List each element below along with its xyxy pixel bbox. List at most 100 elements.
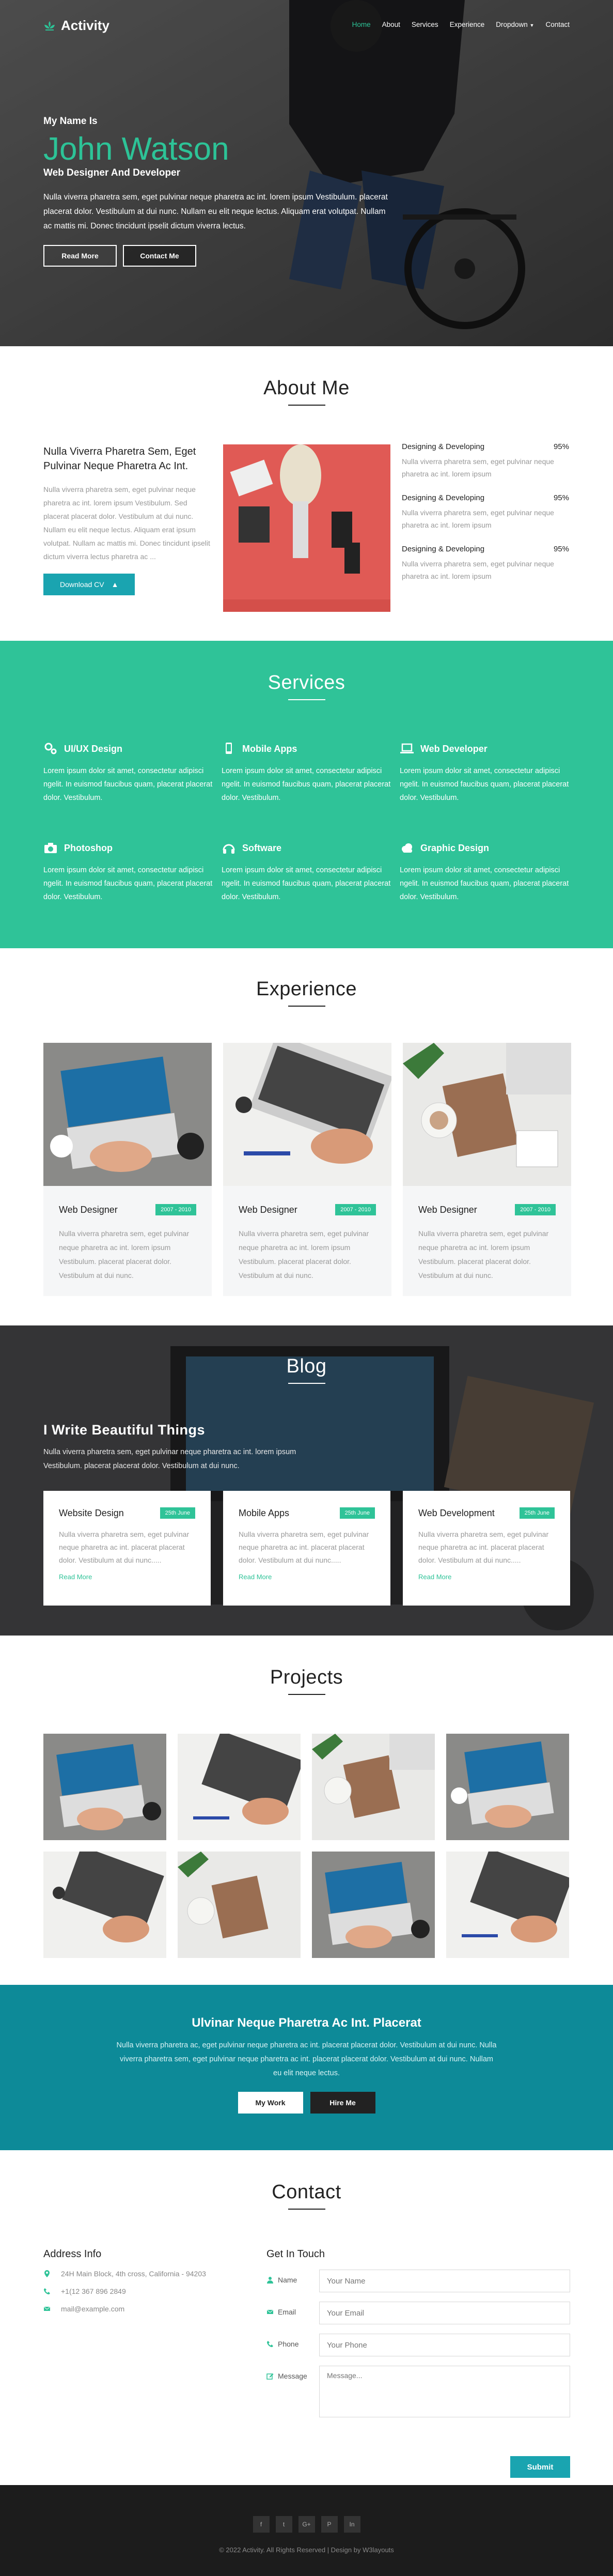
mobile-icon bbox=[226, 743, 232, 754]
services-title: Services bbox=[268, 672, 345, 693]
social-links: f t G+ P In bbox=[0, 2516, 613, 2533]
about-heading: Nulla Viverra Pharetra Sem, Eget Pulvina… bbox=[43, 446, 196, 472]
facebook-icon[interactable]: f bbox=[253, 2516, 270, 2533]
download-cv-button[interactable]: Download CV ▲ bbox=[43, 574, 135, 595]
projects-section: Projects bbox=[0, 1636, 613, 1985]
read-more-button[interactable]: Read More bbox=[43, 245, 117, 267]
experience-title: Experience bbox=[256, 978, 357, 1000]
twitter-icon[interactable]: t bbox=[275, 2516, 292, 2533]
copyright: © 2022 Activity. All Rights Reserved | D… bbox=[219, 2546, 394, 2554]
experience-card: Web Designer 2007 - 2010 Nulla viverra ph… bbox=[43, 1043, 212, 1296]
lotus-icon bbox=[44, 21, 55, 30]
camera-icon bbox=[44, 843, 57, 853]
service-name: Photoshop bbox=[64, 842, 113, 853]
hero-role: Web Designer And Developer bbox=[43, 167, 181, 178]
experience-text: Nulla viverra pharetra sem, eget pulvina… bbox=[59, 1229, 190, 1279]
google-plus-icon[interactable]: G+ bbox=[298, 2516, 315, 2533]
phone-label-text: Phone bbox=[278, 2340, 299, 2348]
hero-buttons: Read More Contact Me bbox=[43, 245, 395, 267]
service-item: Photoshop Lorem ipsum dolor sit amet, co… bbox=[43, 841, 214, 904]
navbar: Activity Home About Services Experience … bbox=[43, 18, 570, 33]
download-cv-label: Download CV bbox=[60, 580, 104, 589]
linkedin-icon[interactable]: In bbox=[343, 2516, 360, 2533]
project-thumbnail[interactable] bbox=[446, 1734, 569, 1840]
email-text[interactable]: mail@example.com bbox=[61, 2305, 124, 2313]
email-row: Email bbox=[266, 2302, 570, 2324]
phone-line: +1(12 367 896 2849 bbox=[43, 2287, 250, 2295]
contact-me-button[interactable]: Contact Me bbox=[123, 245, 196, 267]
skill-percent: 95% bbox=[553, 442, 569, 451]
skill-text: Nulla viverra pharetra sem, eget pulvina… bbox=[402, 508, 554, 529]
experience-title-text: Web Designer bbox=[59, 1204, 118, 1215]
service-text: Lorem ipsum dolor sit amet, consectetur … bbox=[400, 866, 569, 901]
contact-title: Contact bbox=[272, 2181, 341, 2203]
service-text: Lorem ipsum dolor sit amet, consectetur … bbox=[400, 767, 569, 802]
cloud-icon bbox=[402, 843, 412, 853]
project-thumbnail[interactable] bbox=[178, 1734, 301, 1840]
experience-text: Nulla viverra pharetra sem, eget pulvina… bbox=[418, 1229, 549, 1279]
phone-input[interactable] bbox=[319, 2334, 570, 2356]
nav-experience[interactable]: Experience bbox=[450, 21, 485, 28]
skill-item: Designing & Developing 95% Nulla viverra … bbox=[402, 545, 569, 582]
blog-card-text: Nulla viverra pharetra sem, eget pulvina… bbox=[418, 1530, 549, 1564]
blog-card-title: Mobile Apps bbox=[239, 1507, 290, 1518]
years-badge: 2007 - 2010 bbox=[155, 1204, 196, 1215]
arrow-up-icon: ▲ bbox=[111, 580, 119, 589]
project-thumbnail[interactable] bbox=[43, 1734, 166, 1840]
about-intro: Nulla Viverra Pharetra Sem, Eget Pulvina… bbox=[43, 444, 214, 595]
brand-logo[interactable]: Activity bbox=[43, 18, 109, 34]
phone-icon bbox=[267, 2341, 273, 2347]
project-thumbnail[interactable] bbox=[178, 1852, 301, 1958]
contact-section: Contact Address Info 24H Main Block, 4th… bbox=[0, 2150, 613, 2485]
skill-text: Nulla viverra pharetra sem, eget pulvina… bbox=[402, 560, 554, 580]
blog-title: Blog bbox=[286, 1355, 327, 1377]
name-input[interactable] bbox=[319, 2270, 570, 2292]
laptop-icon bbox=[400, 743, 414, 753]
service-item: Software Lorem ipsum dolor sit amet, con… bbox=[222, 841, 392, 904]
service-item: Mobile Apps Lorem ipsum dolor sit amet, … bbox=[222, 742, 392, 805]
message-textarea[interactable] bbox=[319, 2366, 570, 2417]
date-badge: 25th June bbox=[160, 1507, 195, 1519]
notebook-desk-photo bbox=[403, 1043, 571, 1186]
project-thumbnail[interactable] bbox=[312, 1852, 435, 1958]
service-name: Graphic Design bbox=[420, 842, 490, 853]
nav-about[interactable]: About bbox=[382, 21, 400, 28]
blog-section: Blog I Write Beautiful Things Nulla vive… bbox=[0, 1325, 613, 1636]
hero-description: Nulla viverra pharetra sem, eget pulvina… bbox=[43, 193, 388, 230]
cta-text: Nulla viverra pharetra ac, eget pulvinar… bbox=[116, 2041, 497, 2077]
nav-home[interactable]: Home bbox=[352, 21, 371, 28]
nav-services[interactable]: Services bbox=[412, 21, 438, 28]
projects-title: Projects bbox=[270, 1667, 343, 1688]
project-thumbnail[interactable] bbox=[446, 1852, 569, 1958]
nav-contact[interactable]: Contact bbox=[545, 21, 570, 28]
blog-card: Web Development 25th June Nulla viverra p… bbox=[403, 1491, 570, 1606]
title-underline bbox=[288, 1694, 325, 1695]
cta-title: Ulvinar Neque Pharetra Ac Int. Placerat bbox=[192, 2016, 421, 2030]
read-more-link[interactable]: Read More bbox=[59, 1573, 195, 1581]
skill-item: Designing & Developing 95% Nulla viverra … bbox=[402, 493, 569, 531]
name-row: Name bbox=[266, 2270, 570, 2292]
project-thumbnail[interactable] bbox=[43, 1852, 166, 1958]
contact-form: Get In Touch Name Email Phone Message Su… bbox=[266, 2248, 570, 2478]
my-work-button[interactable]: My Work bbox=[238, 2092, 303, 2114]
message-row: Message bbox=[266, 2366, 570, 2417]
envelope-icon bbox=[43, 2306, 51, 2311]
read-more-link[interactable]: Read More bbox=[418, 1573, 555, 1581]
skill-item: Designing & Developing 95% Nulla viverra … bbox=[402, 442, 569, 480]
service-item: Web Developer Lorem ipsum dolor sit amet… bbox=[400, 742, 570, 805]
submit-button[interactable]: Submit bbox=[510, 2456, 570, 2478]
service-text: Lorem ipsum dolor sit amet, consectetur … bbox=[222, 767, 391, 802]
service-item: Graphic Design Lorem ipsum dolor sit ame… bbox=[400, 841, 570, 904]
nav-dropdown[interactable]: Dropdown ▼ bbox=[496, 21, 534, 28]
blog-heading: I Write Beautiful Things bbox=[43, 1422, 206, 1438]
read-more-link[interactable]: Read More bbox=[239, 1573, 375, 1581]
phone-text[interactable]: +1(12 367 896 2849 bbox=[61, 2287, 126, 2295]
brand-name: Activity bbox=[61, 18, 109, 33]
project-thumbnail[interactable] bbox=[312, 1734, 435, 1840]
pinterest-icon[interactable]: P bbox=[321, 2516, 338, 2533]
about-title: About Me bbox=[263, 377, 350, 399]
email-input[interactable] bbox=[319, 2302, 570, 2324]
about-section: About Me Nulla Viverra Pharetra Sem, Ege… bbox=[0, 346, 613, 641]
footer: f t G+ P In © 2022 Activity. All Rights … bbox=[0, 2485, 613, 2576]
hire-me-button[interactable]: Hire Me bbox=[310, 2092, 375, 2114]
